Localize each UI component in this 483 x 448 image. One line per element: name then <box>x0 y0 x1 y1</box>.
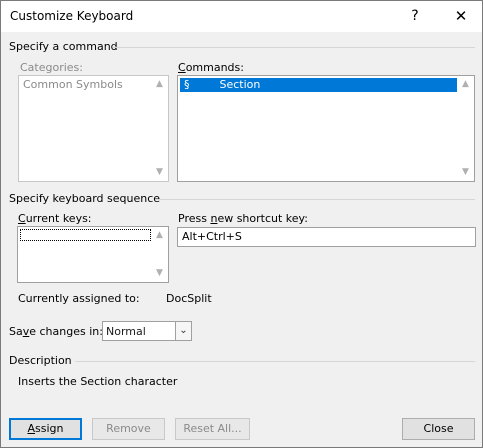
specify-keyboard-heading: Specify keyboard sequence <box>9 192 161 205</box>
save-changes-value: Normal <box>106 325 146 338</box>
section-symbol: § <box>184 78 190 91</box>
specify-command-heading: Specify a command <box>9 40 118 53</box>
categories-label: Categories: <box>20 61 83 74</box>
chevron-up-icon[interactable]: ▲ <box>457 76 474 93</box>
chevron-up-icon[interactable]: ▲ <box>151 76 168 93</box>
new-shortcut-input[interactable]: Alt+Ctrl+S <box>177 227 476 247</box>
description-heading: Description <box>9 354 72 367</box>
list-item[interactable]: Common Symbols <box>21 78 153 92</box>
section-divider <box>113 47 475 48</box>
assign-button[interactable]: Assign <box>9 418 82 440</box>
list-item-section[interactable]: § Section <box>180 78 457 92</box>
commands-scrollbar[interactable]: ▲ ▼ <box>457 76 474 181</box>
focus-rectangle <box>20 229 151 241</box>
categories-listbox[interactable]: Common Symbols ▲ ▼ <box>18 75 169 182</box>
section-divider <box>75 361 475 362</box>
chevron-down-icon[interactable]: ▼ <box>151 164 168 181</box>
chevron-down-icon[interactable]: ▼ <box>151 265 168 282</box>
reset-all-button[interactable]: Reset All... <box>175 418 250 440</box>
chevron-down-icon[interactable]: ▼ <box>457 164 474 181</box>
remove-button[interactable]: Remove <box>92 418 165 440</box>
currently-assigned-value: DocSplit <box>166 292 212 305</box>
section-divider <box>155 199 475 200</box>
commands-listbox[interactable]: § Section ▲ ▼ <box>177 75 475 182</box>
save-changes-select[interactable]: Normal ⌄ <box>102 321 192 341</box>
description-text: Inserts the Section character <box>18 375 178 388</box>
command-name: Section <box>219 78 261 91</box>
chevron-down-icon[interactable]: ⌄ <box>175 322 191 340</box>
customize-keyboard-dialog: Customize Keyboard ? ✕ Specify a command… <box>0 0 483 448</box>
current-keys-listbox[interactable]: ▲ ▼ <box>17 226 169 283</box>
help-button[interactable]: ? <box>395 1 435 32</box>
current-keys-scrollbar[interactable]: ▲ ▼ <box>151 227 168 282</box>
currently-assigned-label: Currently assigned to: <box>18 292 140 305</box>
window-title: Customize Keyboard <box>10 9 134 23</box>
title-bar[interactable]: Customize Keyboard ? ✕ <box>1 1 482 32</box>
chevron-up-icon[interactable]: ▲ <box>151 227 168 244</box>
current-keys-label: Current keys: <box>18 212 92 225</box>
save-changes-label: Save changes in: <box>9 325 103 338</box>
commands-label: Commands: <box>178 61 244 74</box>
close-button[interactable]: Close <box>402 418 475 440</box>
close-window-button[interactable]: ✕ <box>441 1 481 32</box>
new-shortcut-label: Press new shortcut key: <box>178 212 308 225</box>
categories-scrollbar[interactable]: ▲ ▼ <box>151 76 168 181</box>
